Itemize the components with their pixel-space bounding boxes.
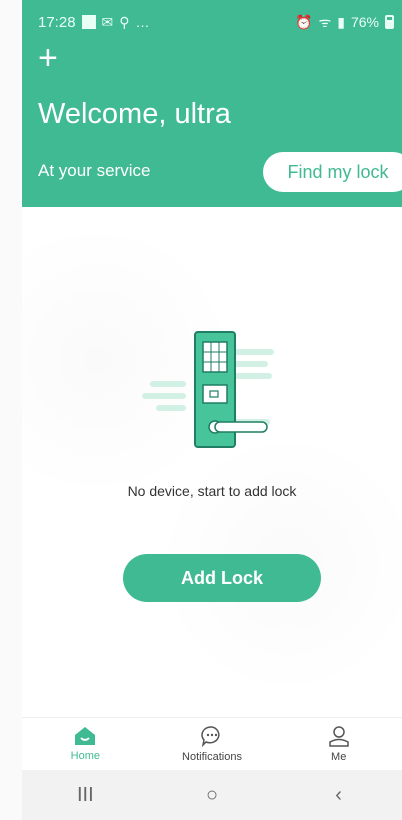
home-nav-icon[interactable]: ○ <box>192 784 232 807</box>
main-content: No device, start to add lock Add Lock <box>22 207 402 717</box>
mail-icon: ✉ <box>101 13 114 30</box>
welcome-subtitle: At your service <box>38 161 151 180</box>
tab-notifications-label: Notifications <box>182 751 242 763</box>
back-icon[interactable]: ‹ <box>319 784 359 807</box>
door-lock-illustration-icon <box>142 331 274 448</box>
status-bar: 17:28 ✉ ⚲ … ⏰ ᯤ ▮ 76% <box>22 0 402 44</box>
more-icon: … <box>135 14 150 30</box>
user-icon <box>328 726 349 747</box>
status-time: 17:28 <box>38 13 76 31</box>
alarm-icon: ⏰ <box>295 13 313 30</box>
notification-square-icon <box>81 15 96 29</box>
battery-icon <box>385 15 394 29</box>
battery-percent: 76% <box>350 14 379 30</box>
status-right: ⏰ ᯤ ▮ 76% <box>295 13 394 32</box>
signal-icon: ▮ <box>337 13 345 30</box>
empty-state-message: No device, start to add lock <box>127 483 297 499</box>
tab-home-label: Home <box>70 750 100 762</box>
welcome-title: Welcome, ultra <box>38 98 231 130</box>
recent-apps-icon[interactable]: III <box>65 784 105 807</box>
wifi-icon: ᯤ <box>318 13 332 30</box>
app-frame: 17:28 ✉ ⚲ … ⏰ ᯤ ▮ 76% + Welcome, ultra A… <box>0 0 402 820</box>
tab-me[interactable]: Me <box>275 718 402 770</box>
tab-notifications[interactable]: Notifications <box>149 718 276 770</box>
home-icon <box>75 727 96 745</box>
add-device-plus-icon[interactable]: + <box>38 41 66 75</box>
search-status-icon: ⚲ <box>119 13 130 30</box>
tab-me-label: Me <box>331 751 347 763</box>
chat-bubble-icon <box>201 726 220 747</box>
android-nav-bar: III ○ ‹ <box>22 770 402 820</box>
tab-home[interactable]: Home <box>22 718 149 770</box>
header: 17:28 ✉ ⚲ … ⏰ ᯤ ▮ 76% + Welcome, ultra A… <box>22 0 402 207</box>
add-lock-button[interactable]: Add Lock <box>123 554 321 602</box>
find-my-lock-button[interactable]: Find my lock <box>263 152 402 192</box>
bottom-tab-bar: Home Notifications Me <box>22 717 402 770</box>
